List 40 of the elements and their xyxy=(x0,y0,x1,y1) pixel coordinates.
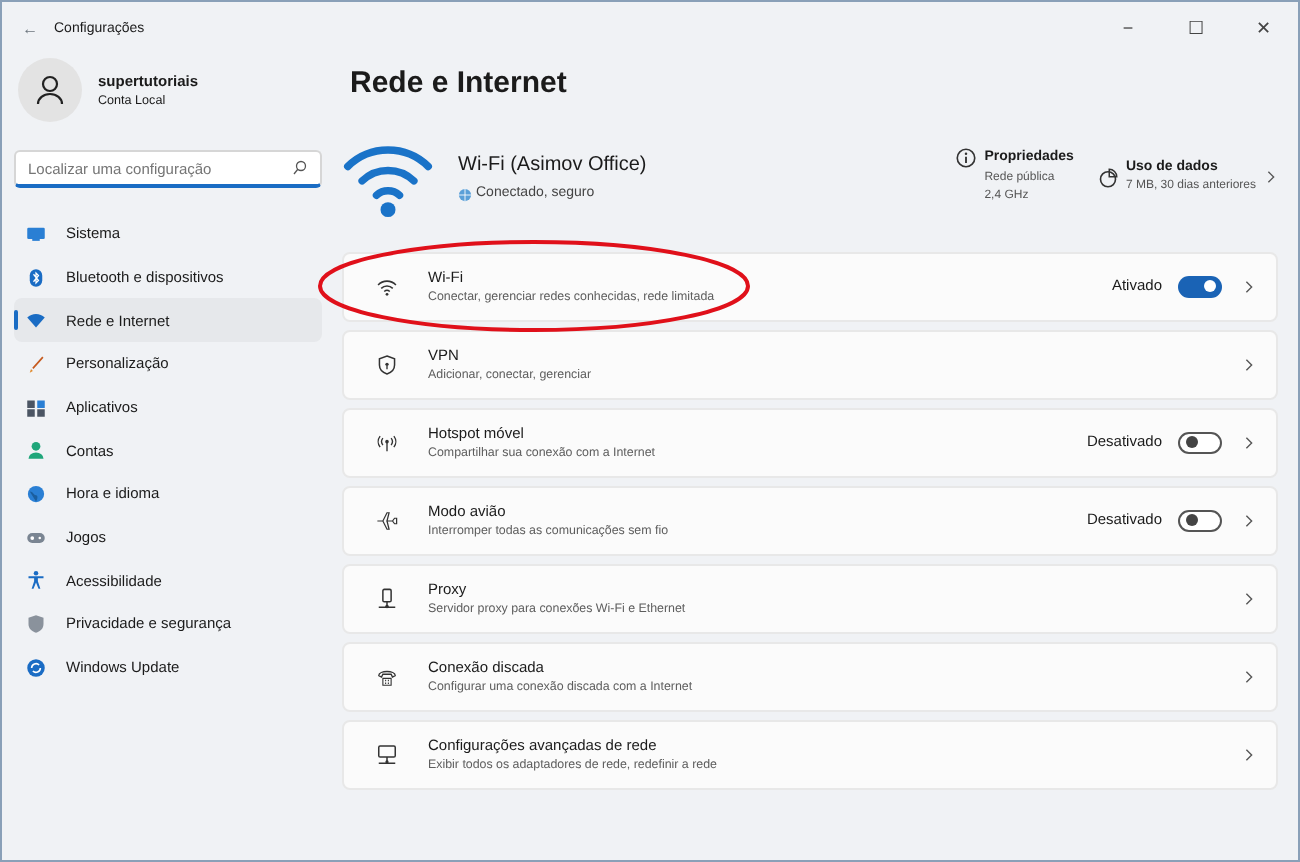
globe-icon xyxy=(26,483,46,504)
chevron-icon xyxy=(1242,669,1256,683)
hotspot-icon xyxy=(375,431,397,453)
chevron-icon xyxy=(1242,279,1256,293)
wifi-icon xyxy=(26,310,46,331)
info-icon xyxy=(956,148,977,169)
search-icon xyxy=(292,160,308,176)
chevron-icon xyxy=(1242,357,1256,371)
person-icon xyxy=(26,440,46,461)
chevron-icon xyxy=(1242,435,1256,449)
minimize-button[interactable]: − xyxy=(1094,16,1162,44)
toggle-switch[interactable] xyxy=(1178,509,1222,531)
brush-icon xyxy=(26,353,46,374)
globe-icon xyxy=(458,187,472,201)
close-button[interactable]: ✕ xyxy=(1230,16,1298,44)
wifi-icon xyxy=(375,275,397,297)
airplane-icon xyxy=(375,509,397,531)
update-icon xyxy=(26,657,46,678)
shield-icon xyxy=(375,353,397,375)
chevron-icon xyxy=(1242,513,1256,527)
monitor-icon xyxy=(26,223,46,244)
toggle-switch[interactable] xyxy=(1178,431,1222,453)
shield-icon xyxy=(26,614,46,635)
computer-icon xyxy=(375,743,397,765)
chevron-icon xyxy=(1242,591,1256,605)
maximize-button[interactable]: ☐ xyxy=(1162,16,1230,44)
toggle-switch[interactable] xyxy=(1178,275,1222,297)
page-title: Rede e Internet xyxy=(350,64,569,104)
bluetooth-icon xyxy=(26,267,46,288)
accessibility-icon xyxy=(26,570,46,591)
connection-name: Wi-Fi (Asimov Office) xyxy=(458,151,647,180)
apps-icon xyxy=(26,397,46,418)
proxy-icon xyxy=(375,587,397,609)
dialup-icon xyxy=(375,665,397,687)
gamepad-icon xyxy=(26,527,46,548)
back-button[interactable]: ← xyxy=(22,18,38,42)
pie-chart-icon xyxy=(1097,167,1118,187)
chevron-icon xyxy=(1264,170,1278,184)
chevron-icon xyxy=(1242,747,1256,761)
person-icon xyxy=(34,74,66,106)
